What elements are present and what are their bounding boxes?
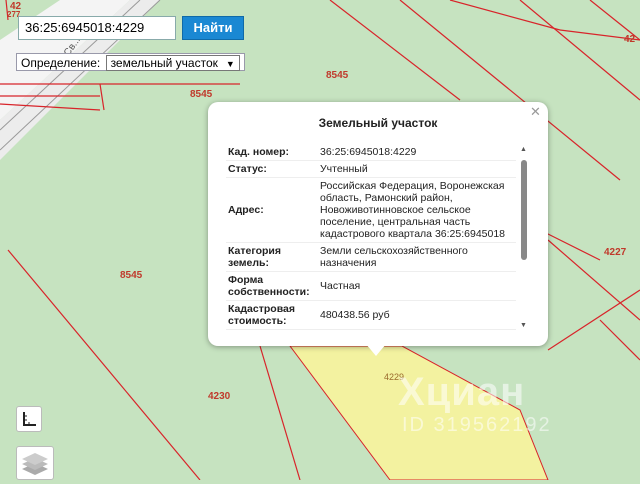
- search-button[interactable]: Найти: [182, 16, 244, 40]
- plot-label: 8545: [120, 270, 143, 281]
- watermark-id: ID 319562192: [402, 414, 552, 436]
- property-value: Учтенный: [318, 160, 516, 178]
- property-key: Уточненная: [226, 329, 318, 334]
- scroll-up-icon[interactable]: ▲: [520, 146, 527, 153]
- property-key: Кад. номер:: [226, 144, 318, 161]
- chevron-down-icon: ▼: [225, 59, 235, 69]
- property-key: Статус:: [226, 160, 318, 178]
- scroll-down-icon[interactable]: ▼: [520, 322, 527, 329]
- scroll-thumb[interactable]: [521, 160, 527, 260]
- properties-table: Кад. номер: 36:25:6945018:4229 Статус: Учте…: [226, 144, 516, 334]
- cadastral-search-input[interactable]: 36:25:6945018:4229: [18, 16, 176, 40]
- property-value: Земли сельскохозяйственного назначения: [318, 242, 516, 272]
- property-key: Категория земель:: [226, 242, 318, 272]
- property-value: 480438.56 руб: [318, 300, 516, 330]
- property-value: Частная: [318, 271, 516, 301]
- property-row: Категория земель: Земли сельскохозяйствен…: [226, 242, 516, 272]
- definition-select[interactable]: земельный участок ▼: [105, 55, 240, 71]
- layers-icon: [22, 453, 48, 475]
- plot-label: 42: [624, 34, 636, 45]
- layers-tool-button[interactable]: [16, 446, 54, 480]
- watermark-brand: Хциан: [398, 370, 526, 414]
- plot-label: 8545: [326, 70, 349, 81]
- property-key: Адрес:: [226, 177, 318, 243]
- plot-label: 8545: [190, 89, 213, 100]
- definition-selected-value: земельный участок: [110, 56, 218, 70]
- ruler-tool-button[interactable]: [16, 406, 42, 432]
- plot-label: 4230: [208, 391, 231, 402]
- property-row: Кадастровая стоимость: 480438.56 руб: [226, 300, 516, 330]
- property-row: Адрес: Российская Федерация, Воронежская …: [226, 177, 516, 243]
- property-row: Уточненная: [226, 329, 516, 334]
- popup-scrollbar[interactable]: ▲ ▼: [520, 146, 528, 332]
- popup-pointer: [366, 344, 386, 356]
- property-row: Кад. номер: 36:25:6945018:4229: [226, 144, 516, 161]
- property-key: Кадастровая стоимость:: [226, 300, 318, 330]
- plot-label: 4227: [604, 247, 627, 258]
- property-value: Российская Федерация, Воронежская област…: [318, 177, 516, 243]
- info-popup: ✕ Земельный участок Кад. номер: 36:25:694…: [208, 102, 548, 346]
- property-key: Форма собственности:: [226, 271, 318, 301]
- popup-body: Кад. номер: 36:25:6945018:4229 Статус: Учте…: [226, 144, 516, 334]
- definition-label: Определение:: [21, 56, 101, 70]
- property-row: Статус: Учтенный: [226, 160, 516, 178]
- property-value: [318, 329, 516, 334]
- property-row: Форма собственности: Частная: [226, 271, 516, 301]
- definition-row: Определение: земельный участок ▼: [16, 53, 245, 71]
- ruler-icon: [23, 412, 36, 426]
- popup-title: Земельный участок: [318, 116, 438, 130]
- property-value: 36:25:6945018:4229: [318, 144, 516, 161]
